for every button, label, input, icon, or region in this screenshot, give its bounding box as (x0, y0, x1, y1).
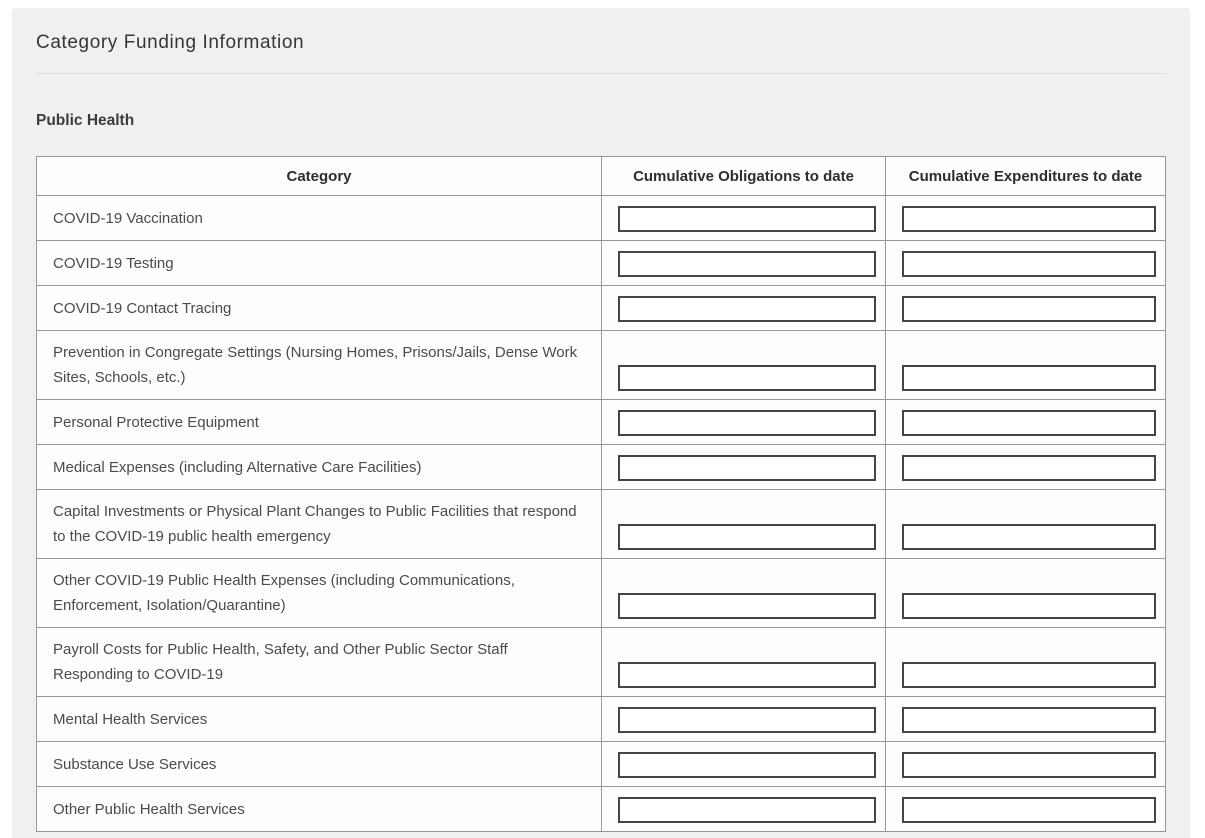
table-body: COVID-19 Vaccination COVID-19 Testing COVI… (37, 196, 1166, 832)
category-cell: Mental Health Services (37, 697, 602, 742)
table-row: Medical Expenses (including Alternative … (37, 445, 1166, 490)
obligations-input[interactable] (618, 707, 876, 733)
expenditures-cell (886, 697, 1166, 742)
obligations-input[interactable] (618, 296, 876, 322)
expenditures-cell (886, 490, 1166, 559)
category-label: Prevention in Congregate Settings (Nursi… (53, 344, 577, 386)
expenditures-input[interactable] (902, 797, 1156, 823)
category-label: Medical Expenses (including Alternative … (53, 459, 422, 476)
obligations-cell (602, 787, 886, 832)
expenditures-input[interactable] (902, 365, 1156, 391)
expenditures-input[interactable] (902, 410, 1156, 436)
expenditures-cell (886, 286, 1166, 331)
table-row: COVID-19 Vaccination (37, 196, 1166, 241)
expenditures-input[interactable] (902, 296, 1156, 322)
category-label: Other COVID-19 Public Health Expenses (i… (53, 572, 515, 614)
table-row: Prevention in Congregate Settings (Nursi… (37, 331, 1166, 400)
obligations-input[interactable] (618, 662, 876, 688)
table-row: Payroll Costs for Public Health, Safety,… (37, 628, 1166, 697)
expenditures-input[interactable] (902, 752, 1156, 778)
obligations-cell (602, 490, 886, 559)
category-cell: Capital Investments or Physical Plant Ch… (37, 490, 602, 559)
expenditures-cell (886, 742, 1166, 787)
table-row: Mental Health Services (37, 697, 1166, 742)
obligations-cell (602, 628, 886, 697)
expenditures-cell (886, 787, 1166, 832)
table-row: Personal Protective Equipment (37, 400, 1166, 445)
obligations-cell (602, 196, 886, 241)
table-header: Category Cumulative Obligations to date … (37, 157, 1166, 196)
column-header-category: Category (37, 157, 602, 196)
expenditures-input[interactable] (902, 593, 1156, 619)
expenditures-cell (886, 241, 1166, 286)
obligations-cell (602, 445, 886, 490)
expenditures-cell (886, 559, 1166, 628)
expenditures-cell (886, 196, 1166, 241)
table-row: Substance Use Services (37, 742, 1166, 787)
category-cell: COVID-19 Testing (37, 241, 602, 286)
obligations-cell (602, 559, 886, 628)
obligations-input[interactable] (618, 251, 876, 277)
header-row: Category Cumulative Obligations to date … (37, 157, 1166, 196)
expenditures-input[interactable] (902, 455, 1156, 481)
obligations-input[interactable] (618, 797, 876, 823)
obligations-input[interactable] (618, 524, 876, 550)
category-label: COVID-19 Testing (53, 255, 174, 272)
expenditures-cell (886, 628, 1166, 697)
table-row: Capital Investments or Physical Plant Ch… (37, 490, 1166, 559)
category-cell: Personal Protective Equipment (37, 400, 602, 445)
category-label: Other Public Health Services (53, 801, 245, 818)
section-heading-public-health: Public Health (36, 111, 1166, 130)
table-row: Other COVID-19 Public Health Expenses (i… (37, 559, 1166, 628)
expenditures-cell (886, 400, 1166, 445)
obligations-cell (602, 697, 886, 742)
category-label: Personal Protective Equipment (53, 414, 259, 431)
expenditures-input[interactable] (902, 251, 1156, 277)
obligations-cell (602, 742, 886, 787)
category-cell: COVID-19 Vaccination (37, 196, 602, 241)
obligations-input[interactable] (618, 365, 876, 391)
category-cell: Prevention in Congregate Settings (Nursi… (37, 331, 602, 400)
category-label: COVID-19 Vaccination (53, 210, 203, 227)
obligations-cell (602, 286, 886, 331)
page-title: Category Funding Information (36, 8, 1166, 55)
obligations-input[interactable] (618, 206, 876, 232)
title-divider (36, 73, 1166, 74)
category-label: Capital Investments or Physical Plant Ch… (53, 503, 577, 545)
obligations-cell (602, 400, 886, 445)
category-funding-card: Category Funding Information Public Heal… (12, 8, 1190, 838)
obligations-cell (602, 241, 886, 286)
category-cell: COVID-19 Contact Tracing (37, 286, 602, 331)
expenditures-input[interactable] (902, 524, 1156, 550)
table-row: Other Public Health Services (37, 787, 1166, 832)
expenditures-cell (886, 331, 1166, 400)
category-cell: Other Public Health Services (37, 787, 602, 832)
category-label: Substance Use Services (53, 756, 216, 773)
category-label: Mental Health Services (53, 711, 207, 728)
expenditures-input[interactable] (902, 662, 1156, 688)
category-label: Payroll Costs for Public Health, Safety,… (53, 641, 508, 683)
category-cell: Medical Expenses (including Alternative … (37, 445, 602, 490)
category-cell: Payroll Costs for Public Health, Safety,… (37, 628, 602, 697)
obligations-input[interactable] (618, 455, 876, 481)
expenditures-input[interactable] (902, 707, 1156, 733)
expenditures-cell (886, 445, 1166, 490)
obligations-input[interactable] (618, 410, 876, 436)
category-label: COVID-19 Contact Tracing (53, 300, 231, 317)
obligations-cell (602, 331, 886, 400)
category-cell: Other COVID-19 Public Health Expenses (i… (37, 559, 602, 628)
expenditures-input[interactable] (902, 206, 1156, 232)
column-header-expenditures: Cumulative Expenditures to date (886, 157, 1166, 196)
table-row: COVID-19 Contact Tracing (37, 286, 1166, 331)
column-header-obligations: Cumulative Obligations to date (602, 157, 886, 196)
obligations-input[interactable] (618, 593, 876, 619)
table-row: COVID-19 Testing (37, 241, 1166, 286)
obligations-input[interactable] (618, 752, 876, 778)
funding-table: Category Cumulative Obligations to date … (36, 156, 1166, 832)
category-cell: Substance Use Services (37, 742, 602, 787)
